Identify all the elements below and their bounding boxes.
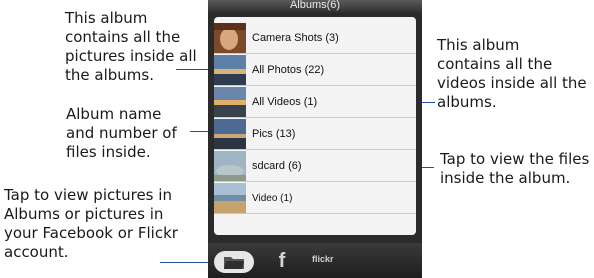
album-label: All Photos (22)	[252, 64, 325, 76]
callout-album-name: Album name and number of files inside.	[66, 105, 177, 161]
album-label: Video (1)	[252, 192, 293, 204]
folder-icon	[224, 257, 244, 269]
bottom-tab-bar: f flickr	[208, 243, 422, 278]
callout-tap-album: Tap to view the files inside the album.	[440, 150, 590, 187]
album-list[interactable]: Camera Shots (3) All Photos (22) All Vid…	[214, 17, 416, 235]
album-label: Camera Shots (3)	[252, 32, 339, 44]
callout-all-videos: This album contains all the videos insid…	[437, 36, 587, 111]
sky-photo-thumbnail	[214, 151, 246, 181]
dusk-photo-thumbnail	[214, 119, 246, 149]
leader-all-photos	[176, 69, 212, 70]
facebook-tab[interactable]: f	[272, 249, 292, 273]
album-row-all-videos[interactable]: All Videos (1)	[214, 87, 416, 118]
screen-title: Albums(6)	[208, 0, 422, 13]
album-row-video[interactable]: Video (1)	[214, 183, 416, 214]
album-row-pics[interactable]: Pics (13)	[214, 119, 416, 150]
callout-tabs: Tap to view pictures in Albums or pictur…	[4, 186, 178, 261]
album-label: sdcard (6)	[252, 160, 302, 172]
album-row-all-photos[interactable]: All Photos (22)	[214, 55, 416, 86]
flickr-tab[interactable]: flickr	[312, 254, 334, 264]
album-label: All Videos (1)	[252, 96, 318, 108]
callout-all-photos: This album contains all the pictures ins…	[65, 9, 197, 84]
portrait-photo-thumbnail	[214, 23, 246, 53]
sunset-photo-thumbnail	[214, 55, 246, 85]
coast-video-thumbnail	[214, 183, 246, 213]
album-row-sdcard[interactable]: sdcard (6)	[214, 151, 416, 182]
phone-screen: Albums(6) Camera Shots (3) All Photos (2…	[208, 0, 422, 278]
albums-tab[interactable]	[214, 251, 254, 273]
album-label: Pics (13)	[252, 128, 296, 140]
album-row-camera-shots[interactable]: Camera Shots (3)	[214, 23, 416, 54]
sunset-video-thumbnail	[214, 87, 246, 117]
leader-tabs	[160, 262, 214, 263]
